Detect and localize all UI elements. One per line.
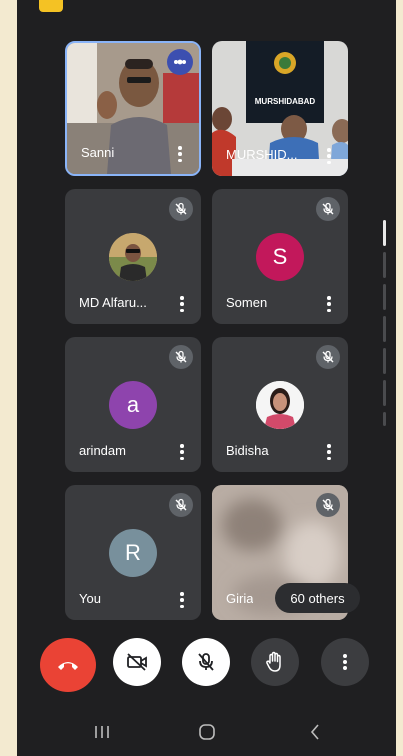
more-options-icon[interactable] (173, 144, 187, 164)
home-button[interactable] (197, 722, 217, 742)
mic-muted-icon (169, 345, 193, 369)
others-count-button[interactable]: 60 others (275, 583, 360, 613)
more-options-icon[interactable] (175, 590, 189, 610)
participant-name: arindam (79, 443, 126, 458)
participant-name: Somen (226, 295, 268, 310)
raise-hand-button[interactable] (251, 638, 299, 686)
call-controls (17, 638, 396, 694)
mic-off-icon (198, 653, 214, 671)
participant-name: MD Alfaru... (79, 295, 147, 310)
participant-tile-you[interactable]: R You (65, 485, 201, 620)
recents-icon (95, 726, 109, 738)
avatar: a (109, 381, 157, 429)
meet-call-screen: Sanni MURSHIDABAD MURSHID... MD Alfaru..… (17, 0, 396, 756)
more-options-icon[interactable] (175, 442, 189, 462)
participant-tile-bidisha[interactable]: Bidisha (212, 337, 348, 472)
participant-tile-murshidabad[interactable]: MURSHIDABAD MURSHID... (212, 41, 348, 176)
system-nav-bar (17, 708, 396, 756)
avatar: S (256, 233, 304, 281)
avatar (256, 381, 304, 429)
more-vert-icon (343, 654, 347, 670)
more-options-button[interactable] (321, 638, 369, 686)
hand-icon (266, 651, 281, 672)
home-icon (199, 724, 215, 740)
participant-tile-arindam[interactable]: a arindam (65, 337, 201, 472)
more-options-icon[interactable] (322, 442, 336, 462)
participant-name: Bidisha (226, 443, 269, 458)
speaking-indicator-icon (167, 49, 193, 75)
mic-muted-icon (316, 345, 340, 369)
back-icon (310, 724, 319, 740)
participant-tile-md-alfaru[interactable]: MD Alfaru... (65, 189, 201, 324)
participant-tile-somen[interactable]: S Somen (212, 189, 348, 324)
sign-text: MURSHIDABAD (254, 97, 316, 106)
participant-name: Giria (226, 591, 254, 606)
mic-muted-icon (316, 197, 340, 221)
participant-name: MURSHID... (226, 147, 298, 162)
mic-muted-icon (169, 493, 193, 517)
avatar (109, 233, 157, 281)
more-options-icon[interactable] (322, 146, 336, 166)
camera-toggle-button[interactable] (113, 638, 161, 686)
app-badge (39, 0, 63, 12)
participant-tile-sanni[interactable]: Sanni (65, 41, 201, 176)
mic-muted-icon (316, 493, 340, 517)
more-options-icon[interactable] (322, 294, 336, 314)
mic-toggle-button[interactable] (182, 638, 230, 686)
participant-name: Sanni (81, 145, 115, 160)
phone-hangup-icon (58, 662, 78, 670)
end-call-button[interactable] (40, 638, 96, 692)
more-options-icon[interactable] (175, 294, 189, 314)
mic-muted-icon (169, 197, 193, 221)
camera-off-icon (127, 653, 147, 671)
scrollbar[interactable] (383, 220, 386, 426)
back-button[interactable] (305, 722, 325, 742)
recent-apps-button[interactable] (92, 722, 112, 742)
participant-name: You (79, 591, 101, 606)
avatar: R (109, 529, 157, 577)
